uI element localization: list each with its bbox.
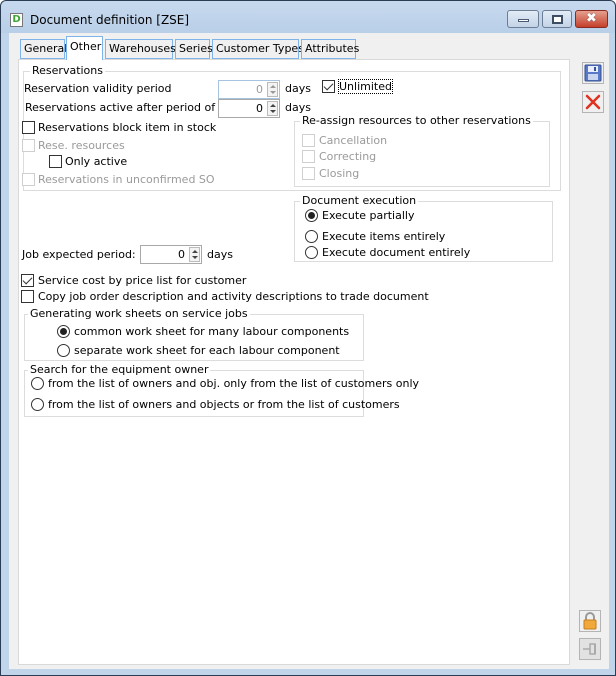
owners-objects-or-customers-label[interactable]: from the list of owners and objects or f…	[48, 398, 400, 411]
owners-objects-or-customers-radio[interactable]	[31, 398, 44, 411]
document-execution-label: Document execution	[300, 194, 419, 207]
execute-partially-label[interactable]: Execute partially	[322, 209, 414, 222]
spin-arrows[interactable]	[267, 101, 278, 116]
tab-warehouses[interactable]: Warehouses	[105, 39, 176, 59]
spin-up-icon[interactable]	[270, 85, 276, 88]
correcting-label: Correcting	[319, 150, 377, 163]
validity-period-label: Reservation validity period	[24, 82, 172, 95]
separate-work-sheet-label[interactable]: separate work sheet for each labour comp…	[74, 344, 340, 357]
validity-period-value: 0	[256, 83, 263, 96]
owners-objects-only-radio[interactable]	[31, 377, 44, 390]
job-expected-period-label: Job expected period:	[22, 248, 136, 261]
unlimited-checkbox[interactable]	[322, 80, 335, 93]
job-expected-period-spinner[interactable]: 0	[140, 245, 202, 264]
job-expected-period-unit: days	[207, 248, 233, 261]
tab-customer-types[interactable]: Customer Types	[212, 39, 304, 59]
other-tab-panel: Reservations Reservation validity period…	[18, 59, 570, 665]
unconfirmed-so-checkbox[interactable]	[22, 173, 35, 186]
closing-checkbox[interactable]	[302, 167, 315, 180]
spin-arrows[interactable]	[189, 247, 200, 262]
document-d-icon: D	[10, 13, 23, 27]
validity-period-spinner[interactable]: 0	[218, 80, 280, 99]
minimize-icon	[518, 19, 529, 22]
spin-up-icon[interactable]	[192, 250, 198, 253]
copy-description-checkbox[interactable]	[21, 290, 34, 303]
reservations-group-label: Reservations	[30, 64, 105, 77]
pin-button[interactable]	[579, 638, 601, 660]
title-bar: D Document definition [ZSE] ✖	[1, 1, 615, 33]
service-cost-checkbox[interactable]	[21, 274, 34, 287]
save-button[interactable]	[582, 62, 604, 84]
owners-objects-only-label[interactable]: from the list of owners and obj. only fr…	[48, 377, 419, 390]
maximize-button[interactable]	[542, 10, 572, 28]
cancellation-label: Cancellation	[319, 134, 388, 147]
window-title: Document definition [ZSE]	[30, 13, 190, 27]
unlimited-label[interactable]: Unlimited	[338, 79, 393, 94]
cancel-button[interactable]	[582, 91, 604, 113]
equipment-owner-group-label: Search for the equipment owner	[28, 363, 211, 376]
execute-items-entirely-radio[interactable]	[305, 230, 318, 243]
maximize-icon	[552, 15, 563, 24]
block-item-checkbox[interactable]	[22, 121, 35, 134]
separate-work-sheet-radio[interactable]	[57, 344, 70, 357]
lock-button[interactable]	[579, 610, 601, 632]
service-cost-label[interactable]: Service cost by price list for customer	[38, 274, 246, 287]
tab-series[interactable]: Series	[175, 39, 213, 59]
close-icon: ✖	[586, 11, 597, 26]
execute-partially-radio[interactable]	[305, 209, 318, 222]
pin-icon	[583, 643, 596, 655]
only-active-checkbox[interactable]	[49, 155, 62, 168]
validity-period-unit: days	[285, 82, 311, 95]
block-item-label[interactable]: Reservations block item in stock	[38, 121, 216, 134]
tab-general[interactable]: General	[20, 39, 67, 59]
client-area: General Other Warehouses Series Customer…	[9, 33, 609, 669]
reassign-group-label: Re-assign resources to other reservation…	[300, 114, 533, 127]
spin-up-icon[interactable]	[270, 104, 276, 107]
active-after-label: Reservations active after period of	[25, 101, 216, 114]
tab-attributes[interactable]: Attributes	[301, 39, 359, 59]
document-definition-window: D Document definition [ZSE] ✖ General Ot…	[0, 0, 616, 676]
execute-items-entirely-label[interactable]: Execute items entirely	[322, 230, 445, 243]
spin-down-icon[interactable]	[270, 110, 276, 113]
cancellation-checkbox[interactable]	[302, 134, 315, 147]
execute-document-entirely-label[interactable]: Execute document entirely	[322, 246, 470, 259]
work-sheets-group-label: Generating work sheets on service jobs	[28, 307, 250, 320]
unconfirmed-so-label: Reservations in unconfirmed SO	[38, 173, 215, 186]
spin-down-icon[interactable]	[270, 91, 276, 94]
spin-arrows[interactable]	[267, 82, 278, 97]
copy-description-label[interactable]: Copy job order description and activity …	[38, 290, 429, 303]
spin-down-icon[interactable]	[192, 256, 198, 259]
common-work-sheet-radio[interactable]	[57, 325, 70, 338]
tab-other[interactable]: Other	[66, 36, 103, 60]
rese-resources-label: Rese. resources	[38, 139, 125, 152]
rese-resources-checkbox[interactable]	[22, 139, 35, 152]
closing-label: Closing	[319, 167, 360, 180]
only-active-label[interactable]: Only active	[65, 155, 127, 168]
correcting-checkbox[interactable]	[302, 150, 315, 163]
close-button[interactable]: ✖	[575, 10, 608, 28]
active-after-value: 0	[256, 102, 263, 115]
job-expected-period-value: 0	[178, 248, 185, 261]
lock-icon	[583, 612, 597, 630]
execute-document-entirely-radio[interactable]	[305, 246, 318, 259]
common-work-sheet-label[interactable]: common work sheet for many labour compon…	[74, 325, 349, 338]
cancel-icon	[585, 94, 601, 110]
active-after-unit: days	[285, 101, 311, 114]
active-after-spinner[interactable]: 0	[218, 99, 280, 118]
save-icon	[584, 64, 602, 82]
minimize-button[interactable]	[507, 10, 539, 28]
